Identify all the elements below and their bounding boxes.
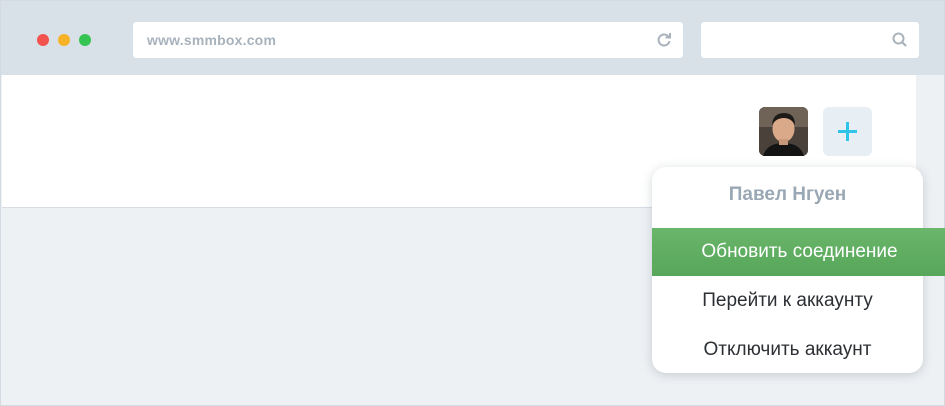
disconnect-account-item[interactable]: Отключить аккаунт xyxy=(652,326,923,374)
reload-icon[interactable] xyxy=(655,31,673,49)
maximize-window-button[interactable] xyxy=(79,34,91,46)
go-to-account-item[interactable]: Перейти к аккаунту xyxy=(652,277,923,325)
address-bar-url: www.smmbox.com xyxy=(147,32,277,48)
account-dropdown-menu: Павел Нгуен Обновить соединение Перейти … xyxy=(652,167,945,374)
close-window-button[interactable] xyxy=(37,34,49,46)
plus-icon xyxy=(838,122,857,141)
address-bar[interactable]: www.smmbox.com xyxy=(133,22,683,58)
refresh-connection-item[interactable]: Обновить соединение xyxy=(652,228,945,276)
browser-titlebar: www.smmbox.com xyxy=(1,1,944,75)
minimize-window-button[interactable] xyxy=(58,34,70,46)
avatar[interactable] xyxy=(759,107,808,156)
add-account-button[interactable] xyxy=(823,107,872,156)
search-input[interactable] xyxy=(701,22,919,58)
browser-window: www.smmbox.com Павел Нгуен Обновить соед… xyxy=(0,0,945,406)
search-icon[interactable] xyxy=(891,31,909,49)
account-user-name: Павел Нгуен xyxy=(728,184,847,205)
